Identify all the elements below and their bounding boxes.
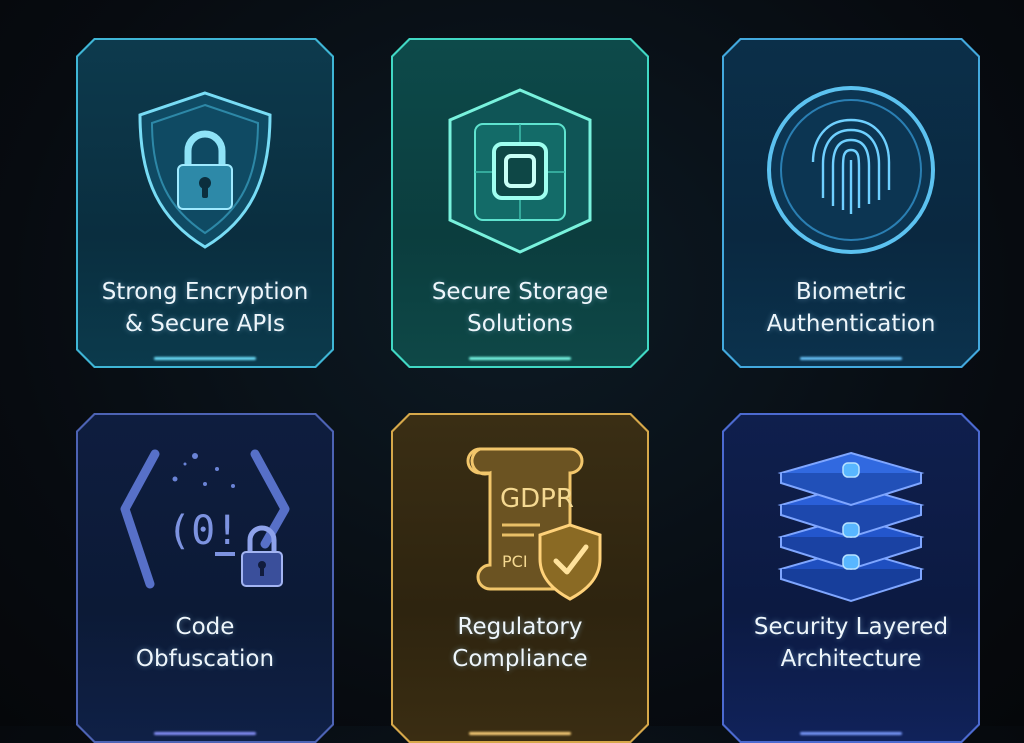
- card-code-obfuscation[interactable]: (0! Code Obfuscation: [76, 413, 334, 743]
- glow-accent: [469, 732, 571, 735]
- glow-accent: [800, 732, 902, 735]
- card-label: Code Obfuscation: [135, 614, 275, 672]
- fingerprint-icon: [724, 70, 978, 270]
- glow-accent: [469, 357, 571, 360]
- card-strong-encryption[interactable]: Strong Encryption & Secure APIs: [76, 38, 334, 368]
- card-label: Biometric Authentication: [766, 279, 936, 337]
- svg-text:(0!: (0!: [167, 508, 239, 554]
- glow-accent: [154, 357, 256, 360]
- card-biometric-authentication[interactable]: Biometric Authentication: [722, 38, 980, 368]
- card-label: Regulatory Compliance: [452, 614, 588, 672]
- shield-lock-icon: [78, 70, 332, 270]
- card-label: Strong Encryption & Secure APIs: [101, 279, 309, 337]
- card-label: Security Layered Architecture: [753, 614, 949, 672]
- secure-chip-icon: [393, 70, 647, 270]
- card-label: Secure Storage Solutions: [431, 279, 609, 337]
- card-regulatory-compliance[interactable]: GDPR PCI Regulatory Compliance: [391, 413, 649, 743]
- card-secure-storage[interactable]: Secure Storage Solutions: [391, 38, 649, 368]
- card-security-layered-architecture[interactable]: Security Layered Architecture: [722, 413, 980, 743]
- compliance-scroll-icon: GDPR PCI: [393, 429, 647, 609]
- layered-stack-icon: [724, 429, 978, 609]
- svg-text:GDPR: GDPR: [500, 484, 574, 514]
- code-obfuscation-icon: (0!: [78, 429, 332, 609]
- svg-text:PCI: PCI: [502, 552, 528, 571]
- glow-accent: [154, 732, 256, 735]
- glow-accent: [800, 357, 902, 360]
